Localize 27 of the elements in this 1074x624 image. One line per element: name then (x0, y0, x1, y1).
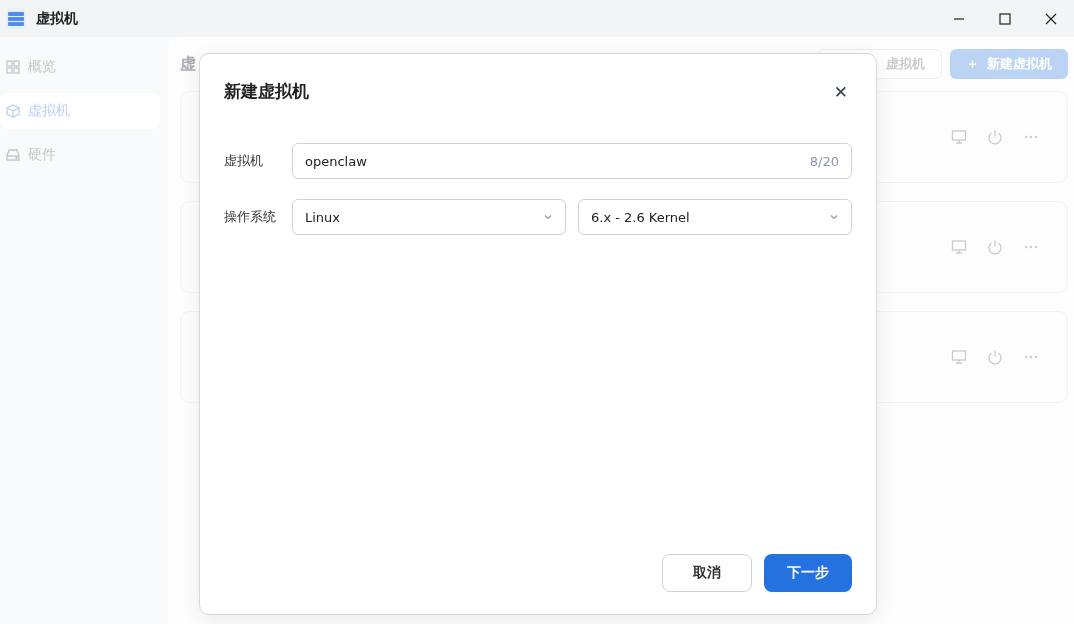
window-title: 虚拟机 (36, 9, 78, 28)
close-icon[interactable] (1045, 12, 1057, 25)
next-button[interactable]: 下一步 (764, 554, 852, 592)
maximize-icon[interactable] (999, 12, 1011, 25)
page-heading: 虚 (180, 53, 196, 75)
drive-icon (6, 148, 20, 162)
close-button[interactable]: ✕ (829, 81, 852, 102)
cube-icon (6, 104, 20, 118)
field-label: 虚拟机 (224, 152, 264, 170)
chevron-icon (829, 212, 839, 222)
monitor-icon[interactable] (951, 129, 967, 145)
chevron-icon (543, 212, 553, 222)
monitor-icon[interactable] (951, 349, 967, 365)
power-icon[interactable] (987, 349, 1003, 365)
name-input[interactable]: openclaw (305, 153, 810, 169)
cancel-button[interactable]: 取消 (662, 554, 752, 592)
field-label: 操作系统 (224, 208, 277, 226)
dialog-title: 新建虚拟机 (224, 80, 309, 103)
name-field[interactable]: openclaw 8/20 (292, 143, 852, 179)
monitor-icon[interactable] (951, 239, 967, 255)
power-icon[interactable] (987, 129, 1003, 145)
power-icon[interactable] (987, 239, 1003, 255)
app-icon (6, 8, 26, 29)
os-dropdown[interactable]: 6.x - 2.6 Kernel (578, 199, 852, 235)
grid-icon (6, 60, 20, 74)
os-dropdown[interactable]: Linux (292, 199, 566, 235)
character-counter: 8/20 (809, 153, 839, 169)
